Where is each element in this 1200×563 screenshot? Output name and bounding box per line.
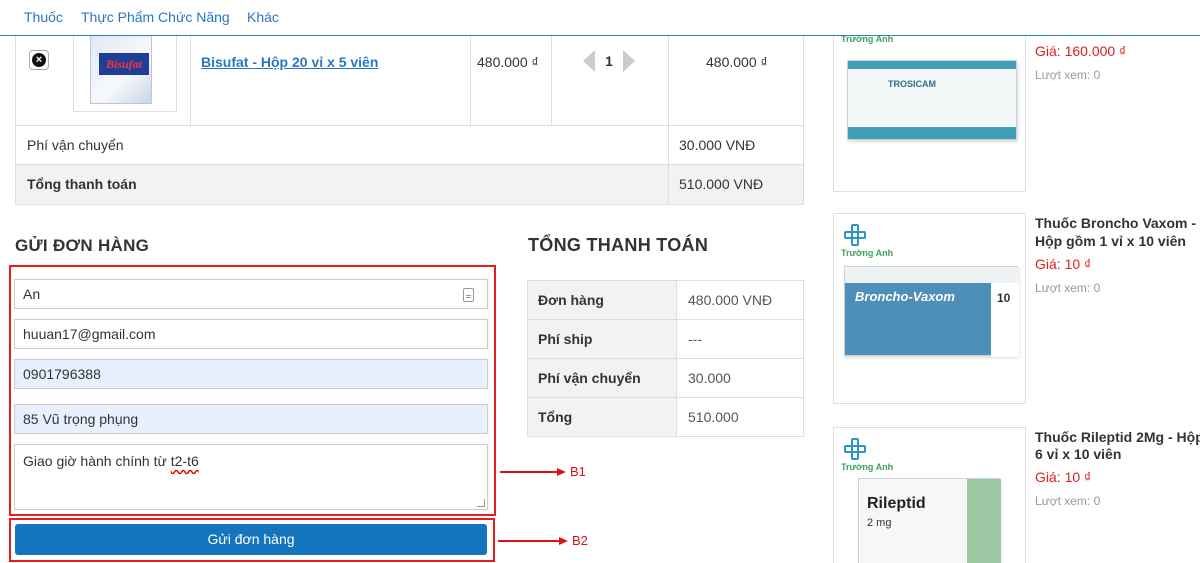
sidebar-product-title[interactable]: 6 vỉ x 10 viên	[1035, 445, 1121, 463]
nav-item-thuc-pham-chuc-nang[interactable]: Thực Phẩm Chức Năng	[81, 9, 230, 25]
send-order-button[interactable]: Gửi đơn hàng	[15, 524, 487, 555]
shipping-value: 30.000 VNĐ	[679, 137, 756, 153]
line-total: 480.000 ₫	[706, 54, 768, 70]
decrease-quantity-arrow-icon[interactable]	[583, 50, 595, 72]
divider	[190, 36, 191, 126]
sidebar-product-views: Lượt xem: 0	[1035, 281, 1101, 295]
product-image-dose: 2 mg	[867, 517, 892, 529]
product-image: Rileptid 2 mg	[858, 478, 1001, 563]
note-textarea[interactable]: Giao giờ hành chính từ t2-t6	[14, 444, 488, 510]
product-image: TROSICAM	[847, 60, 1017, 140]
unit-price: 480.000 ₫	[477, 54, 539, 70]
arrowhead-icon	[559, 537, 568, 545]
sidebar-product-price: Giá: 10 ₫	[1035, 256, 1092, 272]
product-image-label: Broncho-Vaxom	[855, 289, 955, 304]
sidebar-product-price: Giá: 10 ₫	[1035, 469, 1092, 485]
brand-cross-icon	[844, 438, 866, 460]
divider	[668, 126, 669, 165]
note-text-misspelled: t2-t6	[170, 453, 199, 469]
summary-row: Phí vận chuyển 30.000	[528, 359, 803, 398]
phone-field[interactable]: 0901796388	[14, 359, 488, 389]
summary-row: Đơn hàng 480.000 VNĐ	[528, 281, 803, 320]
divider	[668, 165, 669, 204]
divider	[551, 36, 552, 126]
product-name-link[interactable]: Bisufat - Hộp 20 vỉ x 5 viên	[201, 54, 378, 70]
sidebar-product-views: Lượt xem: 0	[1035, 68, 1101, 82]
cart-total-value: 510.000 VNĐ	[679, 176, 764, 192]
summary-label: Tổng	[538, 409, 573, 425]
quantity-value: 1	[605, 53, 613, 69]
sidebar-product-price: Giá: 160.000 ₫	[1035, 43, 1127, 59]
summary-table: Đơn hàng 480.000 VNĐ Phí ship --- Phí vậ…	[527, 280, 804, 437]
top-nav: Thuốc Thực Phẩm Chức Năng Khác	[0, 0, 1200, 36]
email-field[interactable]: huuan17@gmail.com	[14, 319, 488, 349]
remove-item-button[interactable]: ×	[29, 50, 49, 70]
summary-label: Đơn hàng	[538, 292, 604, 308]
note-text: Giao giờ hành chính từ	[23, 453, 171, 469]
cart-table: × Bisufat Bisufat - Hộp 20 vỉ x 5 viên 4…	[15, 36, 804, 205]
sidebar-product-card[interactable]: Trường Anh Broncho-Vaxom 10	[833, 213, 1026, 404]
cart-total-label: Tổng thanh toán	[27, 176, 137, 192]
summary-value: 510.000	[688, 409, 739, 425]
nav-item-khac[interactable]: Khác	[247, 9, 279, 25]
nav-item-thuoc[interactable]: Thuốc	[24, 9, 63, 25]
sidebar-product-card[interactable]: Trường Anh Rileptid 2 mg	[833, 427, 1026, 563]
product-thumbnail[interactable]: Bisufat	[73, 36, 177, 112]
product-package-label: Bisufat	[99, 53, 149, 75]
summary-value: ---	[688, 331, 702, 347]
autofill-contact-icon[interactable]	[463, 288, 474, 302]
annotation-label-b1: B1	[570, 464, 586, 479]
product-image-label: Rileptid	[867, 495, 926, 512]
brand-cross-icon	[844, 224, 866, 246]
quantity-stepper: 1	[583, 48, 635, 74]
product-package-image: Bisufat	[90, 36, 152, 104]
name-field[interactable]: An	[14, 279, 488, 309]
annotation-arrow-b2	[498, 540, 560, 542]
close-icon: ×	[32, 53, 46, 67]
sidebar-product-card[interactable]: Trường Anh TROSICAM	[833, 20, 1026, 192]
divider	[470, 36, 471, 126]
summary-row: Phí ship ---	[528, 320, 803, 359]
summary-heading: TỔNG THANH TOÁN	[528, 235, 709, 255]
address-field[interactable]: 85 Vũ trọng phụng	[14, 404, 488, 434]
sidebar-product-title[interactable]: Hộp gồm 1 vỉ x 10 viên	[1035, 232, 1186, 250]
annotation-arrow-b1	[500, 471, 558, 473]
increase-quantity-arrow-icon[interactable]	[623, 50, 635, 72]
sidebar-product-views: Lượt xem: 0	[1035, 494, 1101, 508]
shipping-row: Phí vận chuyển 30.000 VNĐ	[16, 126, 803, 165]
summary-row: Tổng 510.000	[528, 398, 803, 437]
product-image-number: 10	[997, 291, 1011, 305]
order-form-heading: GỬI ĐƠN HÀNG	[15, 236, 150, 255]
brand-label: Trường Anh	[841, 248, 894, 258]
brand-label: Trường Anh	[841, 462, 894, 472]
annotation-label-b2: B2	[572, 533, 588, 548]
product-image: Broncho-Vaxom 10	[844, 266, 1019, 357]
summary-value: 30.000	[688, 370, 731, 386]
summary-label: Phí ship	[538, 331, 593, 347]
cart-item-row: × Bisufat Bisufat - Hộp 20 vỉ x 5 viên 4…	[16, 36, 803, 126]
cart-total-row: Tổng thanh toán 510.000 VNĐ	[16, 165, 803, 204]
sidebar-product-title[interactable]: Thuốc Broncho Vaxom -	[1035, 214, 1196, 232]
summary-value: 480.000 VNĐ	[688, 292, 773, 308]
product-image-label: TROSICAM	[888, 79, 936, 89]
shipping-label: Phí vận chuyển	[27, 137, 124, 153]
divider	[668, 36, 669, 126]
sidebar-product-title[interactable]: Thuốc Rileptid 2Mg - Hộp	[1035, 428, 1200, 446]
summary-label: Phí vận chuyển	[538, 370, 641, 386]
resize-handle-icon[interactable]	[477, 499, 485, 507]
arrowhead-icon	[557, 468, 566, 476]
